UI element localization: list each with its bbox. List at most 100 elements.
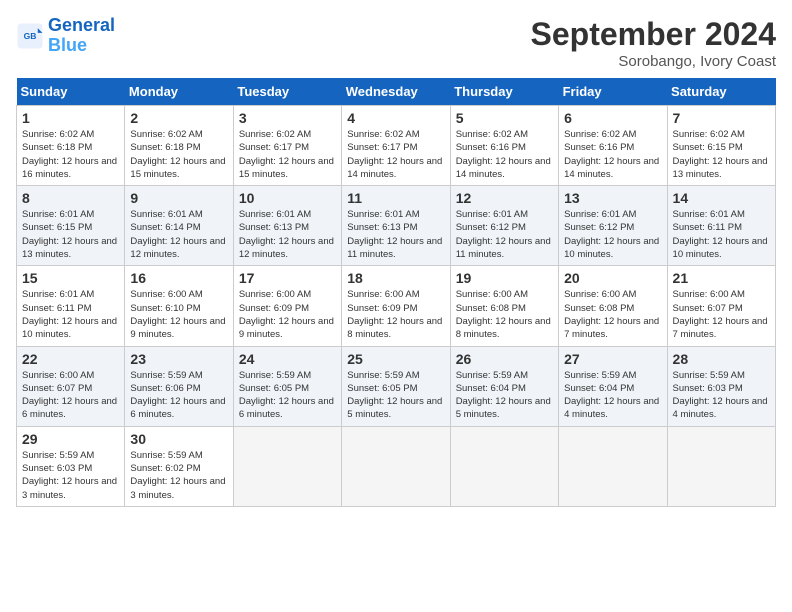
day-info: Sunrise: 6:01 AM Sunset: 6:11 PM Dayligh… (673, 208, 770, 261)
table-row: 28 Sunrise: 5:59 AM Sunset: 6:03 PM Dayl… (667, 346, 775, 426)
day-number: 2 (130, 110, 227, 126)
day-number: 22 (22, 351, 119, 367)
table-row: 9 Sunrise: 6:01 AM Sunset: 6:14 PM Dayli… (125, 186, 233, 266)
day-info: Sunrise: 5:59 AM Sunset: 6:03 PM Dayligh… (22, 449, 119, 502)
day-info: Sunrise: 6:00 AM Sunset: 6:08 PM Dayligh… (456, 288, 553, 341)
logo-icon: GB (16, 22, 44, 50)
table-row (233, 426, 341, 506)
week-row: 15 Sunrise: 6:01 AM Sunset: 6:11 PM Dayl… (17, 266, 776, 346)
table-row: 1 Sunrise: 6:02 AM Sunset: 6:18 PM Dayli… (17, 106, 125, 186)
day-info: Sunrise: 6:01 AM Sunset: 6:11 PM Dayligh… (22, 288, 119, 341)
table-row: 10 Sunrise: 6:01 AM Sunset: 6:13 PM Dayl… (233, 186, 341, 266)
table-row (450, 426, 558, 506)
table-row: 29 Sunrise: 5:59 AM Sunset: 6:03 PM Dayl… (17, 426, 125, 506)
day-number: 17 (239, 270, 336, 286)
week-row: 29 Sunrise: 5:59 AM Sunset: 6:03 PM Dayl… (17, 426, 776, 506)
table-row: 8 Sunrise: 6:01 AM Sunset: 6:15 PM Dayli… (17, 186, 125, 266)
table-row: 30 Sunrise: 5:59 AM Sunset: 6:02 PM Dayl… (125, 426, 233, 506)
day-number: 28 (673, 351, 770, 367)
day-info: Sunrise: 6:00 AM Sunset: 6:09 PM Dayligh… (347, 288, 444, 341)
table-row: 2 Sunrise: 6:02 AM Sunset: 6:18 PM Dayli… (125, 106, 233, 186)
day-number: 25 (347, 351, 444, 367)
day-number: 29 (22, 431, 119, 447)
day-number: 23 (130, 351, 227, 367)
day-number: 13 (564, 190, 661, 206)
table-row: 16 Sunrise: 6:00 AM Sunset: 6:10 PM Dayl… (125, 266, 233, 346)
logo: GB General Blue (16, 16, 115, 56)
day-number: 21 (673, 270, 770, 286)
col-thursday: Thursday (450, 78, 558, 106)
day-info: Sunrise: 6:00 AM Sunset: 6:08 PM Dayligh… (564, 288, 661, 341)
day-info: Sunrise: 6:01 AM Sunset: 6:15 PM Dayligh… (22, 208, 119, 261)
logo-text: General Blue (48, 16, 115, 56)
table-row (667, 426, 775, 506)
table-row: 25 Sunrise: 5:59 AM Sunset: 6:05 PM Dayl… (342, 346, 450, 426)
table-row: 15 Sunrise: 6:01 AM Sunset: 6:11 PM Dayl… (17, 266, 125, 346)
day-info: Sunrise: 6:01 AM Sunset: 6:13 PM Dayligh… (239, 208, 336, 261)
col-tuesday: Tuesday (233, 78, 341, 106)
day-info: Sunrise: 6:00 AM Sunset: 6:07 PM Dayligh… (673, 288, 770, 341)
col-saturday: Saturday (667, 78, 775, 106)
day-info: Sunrise: 6:02 AM Sunset: 6:16 PM Dayligh… (564, 128, 661, 181)
table-row: 22 Sunrise: 6:00 AM Sunset: 6:07 PM Dayl… (17, 346, 125, 426)
day-number: 16 (130, 270, 227, 286)
table-row: 3 Sunrise: 6:02 AM Sunset: 6:17 PM Dayli… (233, 106, 341, 186)
day-number: 12 (456, 190, 553, 206)
table-row: 6 Sunrise: 6:02 AM Sunset: 6:16 PM Dayli… (559, 106, 667, 186)
day-number: 8 (22, 190, 119, 206)
table-row: 21 Sunrise: 6:00 AM Sunset: 6:07 PM Dayl… (667, 266, 775, 346)
table-row: 17 Sunrise: 6:00 AM Sunset: 6:09 PM Dayl… (233, 266, 341, 346)
table-row: 19 Sunrise: 6:00 AM Sunset: 6:08 PM Dayl… (450, 266, 558, 346)
day-info: Sunrise: 6:01 AM Sunset: 6:12 PM Dayligh… (456, 208, 553, 261)
day-info: Sunrise: 6:00 AM Sunset: 6:07 PM Dayligh… (22, 369, 119, 422)
table-row: 24 Sunrise: 5:59 AM Sunset: 6:05 PM Dayl… (233, 346, 341, 426)
day-number: 14 (673, 190, 770, 206)
table-row: 13 Sunrise: 6:01 AM Sunset: 6:12 PM Dayl… (559, 186, 667, 266)
day-info: Sunrise: 6:02 AM Sunset: 6:17 PM Dayligh… (347, 128, 444, 181)
table-row: 11 Sunrise: 6:01 AM Sunset: 6:13 PM Dayl… (342, 186, 450, 266)
day-info: Sunrise: 5:59 AM Sunset: 6:05 PM Dayligh… (347, 369, 444, 422)
day-number: 24 (239, 351, 336, 367)
day-number: 18 (347, 270, 444, 286)
day-number: 1 (22, 110, 119, 126)
month-title: September 2024 (531, 16, 776, 53)
day-number: 15 (22, 270, 119, 286)
week-row: 1 Sunrise: 6:02 AM Sunset: 6:18 PM Dayli… (17, 106, 776, 186)
table-row: 14 Sunrise: 6:01 AM Sunset: 6:11 PM Dayl… (667, 186, 775, 266)
day-number: 30 (130, 431, 227, 447)
day-info: Sunrise: 5:59 AM Sunset: 6:05 PM Dayligh… (239, 369, 336, 422)
table-row: 27 Sunrise: 5:59 AM Sunset: 6:04 PM Dayl… (559, 346, 667, 426)
day-number: 3 (239, 110, 336, 126)
col-friday: Friday (559, 78, 667, 106)
col-monday: Monday (125, 78, 233, 106)
table-row (559, 426, 667, 506)
day-number: 26 (456, 351, 553, 367)
day-info: Sunrise: 6:02 AM Sunset: 6:16 PM Dayligh… (456, 128, 553, 181)
day-number: 5 (456, 110, 553, 126)
week-row: 22 Sunrise: 6:00 AM Sunset: 6:07 PM Dayl… (17, 346, 776, 426)
day-info: Sunrise: 5:59 AM Sunset: 6:04 PM Dayligh… (564, 369, 661, 422)
day-number: 9 (130, 190, 227, 206)
week-row: 8 Sunrise: 6:01 AM Sunset: 6:15 PM Dayli… (17, 186, 776, 266)
svg-text:GB: GB (24, 31, 37, 41)
day-info: Sunrise: 6:01 AM Sunset: 6:14 PM Dayligh… (130, 208, 227, 261)
day-info: Sunrise: 5:59 AM Sunset: 6:04 PM Dayligh… (456, 369, 553, 422)
calendar-body: 1 Sunrise: 6:02 AM Sunset: 6:18 PM Dayli… (17, 106, 776, 507)
table-row: 12 Sunrise: 6:01 AM Sunset: 6:12 PM Dayl… (450, 186, 558, 266)
day-number: 6 (564, 110, 661, 126)
day-number: 4 (347, 110, 444, 126)
table-row: 5 Sunrise: 6:02 AM Sunset: 6:16 PM Dayli… (450, 106, 558, 186)
day-info: Sunrise: 6:02 AM Sunset: 6:18 PM Dayligh… (22, 128, 119, 181)
day-info: Sunrise: 5:59 AM Sunset: 6:02 PM Dayligh… (130, 449, 227, 502)
calendar-table: Sunday Monday Tuesday Wednesday Thursday… (16, 78, 776, 507)
day-number: 7 (673, 110, 770, 126)
title-area: September 2024 Sorobango, Ivory Coast (531, 16, 776, 70)
day-info: Sunrise: 6:01 AM Sunset: 6:13 PM Dayligh… (347, 208, 444, 261)
table-row: 26 Sunrise: 5:59 AM Sunset: 6:04 PM Dayl… (450, 346, 558, 426)
header-row: Sunday Monday Tuesday Wednesday Thursday… (17, 78, 776, 106)
day-number: 11 (347, 190, 444, 206)
table-row: 18 Sunrise: 6:00 AM Sunset: 6:09 PM Dayl… (342, 266, 450, 346)
day-info: Sunrise: 6:02 AM Sunset: 6:15 PM Dayligh… (673, 128, 770, 181)
day-info: Sunrise: 5:59 AM Sunset: 6:03 PM Dayligh… (673, 369, 770, 422)
day-info: Sunrise: 6:00 AM Sunset: 6:10 PM Dayligh… (130, 288, 227, 341)
